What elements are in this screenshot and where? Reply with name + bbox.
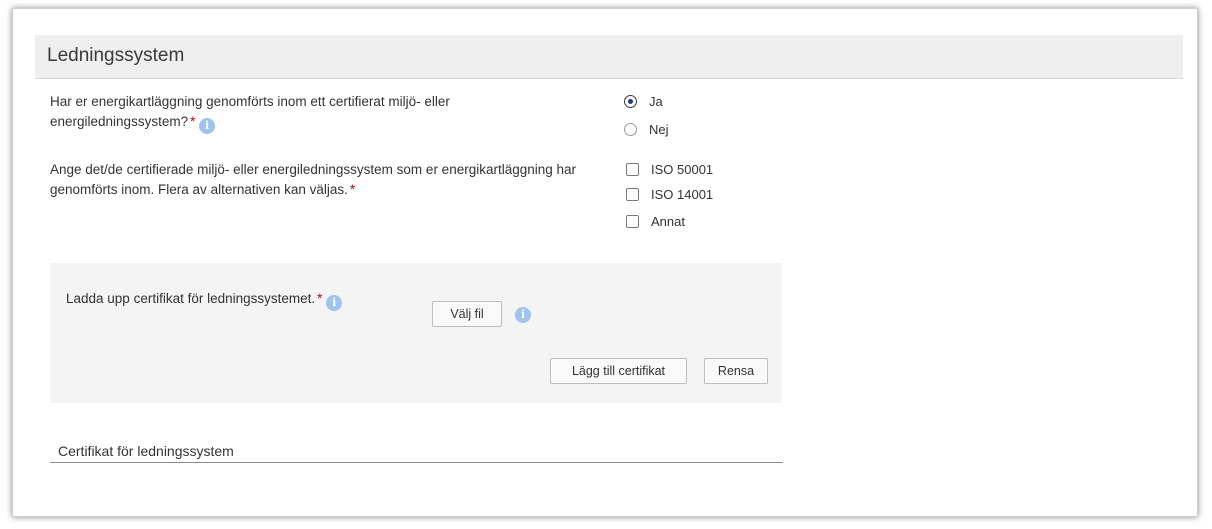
radio-option-ja[interactable]: Ja: [624, 94, 663, 109]
checkbox-iso50001[interactable]: [626, 163, 639, 176]
question-management-system-label: Har er energikartläggning genomförts ino…: [50, 94, 450, 129]
radio-button-ja[interactable]: [624, 95, 637, 108]
upload-certificate-label: Ladda upp certifikat för ledningssysteme…: [66, 291, 343, 311]
checkbox-option-iso14001[interactable]: ISO 14001: [626, 187, 713, 202]
question-certified-systems-label: Ange det/de certifierade miljö- eller en…: [50, 162, 577, 197]
required-marker: *: [190, 114, 196, 129]
question-certified-systems: Ange det/de certifierade miljö- eller en…: [50, 160, 580, 200]
checkbox-annat[interactable]: [626, 215, 639, 228]
info-icon[interactable]: i: [326, 295, 343, 311]
radio-label-nej: Nej: [649, 122, 669, 137]
choose-file-button[interactable]: Välj fil: [432, 301, 502, 327]
radio-label-ja: Ja: [649, 94, 663, 109]
upload-certificate-text: Ladda upp certifikat för ledningssysteme…: [66, 291, 316, 306]
radio-button-nej[interactable]: [624, 123, 637, 136]
section-header: Ledningssystem: [35, 35, 1183, 79]
checkbox-option-annat[interactable]: Annat: [626, 214, 685, 229]
info-icon[interactable]: i: [515, 307, 531, 323]
checkbox-label-iso50001: ISO 50001: [651, 162, 714, 177]
question-management-system: Har er energikartläggning genomförts ino…: [50, 92, 570, 134]
checkbox-option-iso50001[interactable]: ISO 50001: [626, 162, 713, 177]
info-icon[interactable]: i: [199, 118, 216, 134]
certificates-section-heading: Certifikat för ledningssystem: [50, 441, 783, 463]
certificate-upload-box: Ladda upp certifikat för ledningssysteme…: [50, 263, 782, 403]
radio-option-nej[interactable]: Nej: [624, 122, 669, 137]
clear-button[interactable]: Rensa: [704, 358, 768, 384]
section-title: Ledningssystem: [47, 45, 185, 66]
required-marker: *: [349, 182, 356, 197]
checkbox-iso14001[interactable]: [626, 188, 639, 201]
checkbox-label-iso14001: ISO 14001: [651, 187, 714, 202]
required-marker: *: [317, 291, 323, 306]
add-certificate-button[interactable]: Lägg till certifikat: [550, 358, 687, 384]
certificates-heading-label: Certifikat för ledningssystem: [58, 443, 234, 459]
checkbox-label-annat: Annat: [651, 214, 685, 229]
